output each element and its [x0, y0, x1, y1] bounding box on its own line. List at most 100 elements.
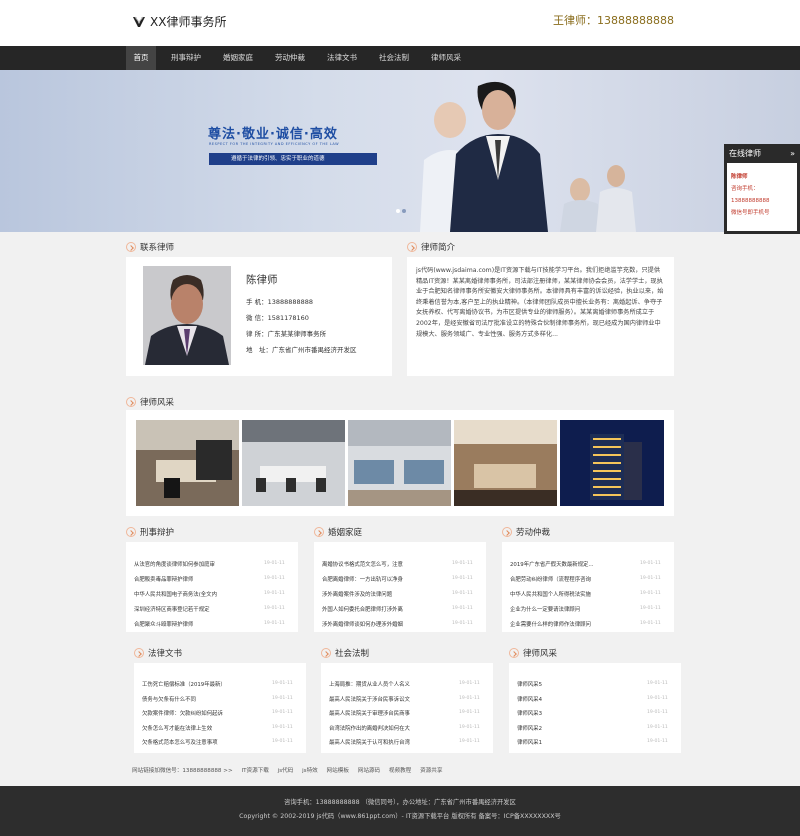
list-item-date: 19-01-11	[264, 591, 285, 596]
gallery-photo-reception[interactable]	[454, 420, 557, 506]
nav-labor-arbitration[interactable]: 劳动仲裁	[270, 46, 310, 70]
list-item[interactable]: 欠条格式范本怎么写及注意事项	[142, 738, 252, 746]
banner-slogan-en: RESPECT FOR THE INTEGRITY AND EFFICIENCY…	[209, 142, 340, 146]
chevron-right-icon	[126, 527, 136, 537]
lawyer-phone: 手 机：13888888888	[246, 298, 314, 306]
list-item[interactable]: 合肥离婚律师：一方出轨可以净身	[322, 575, 432, 583]
chevron-right-icon	[126, 397, 136, 407]
collapse-arrow-icon[interactable]: »	[790, 147, 795, 161]
list-item-date: 19-01-11	[264, 606, 285, 611]
lawyer-photo[interactable]	[143, 266, 231, 365]
section-panel-marriage-family	[314, 542, 486, 632]
list-item-date: 19-01-11	[647, 724, 668, 730]
list-item-date: 19-01-11	[264, 621, 285, 626]
list-item-date: 19-01-11	[272, 681, 293, 686]
list-item[interactable]: 债务与欠条有什么不同	[142, 695, 252, 703]
list-item[interactable]: 律师风采1	[517, 738, 627, 746]
list-item-date: 19-01-11	[647, 710, 668, 715]
chevron-right-icon	[321, 648, 331, 658]
list-item[interactable]: 律师风采2	[517, 724, 627, 732]
section-title-text: 法律文书	[148, 649, 183, 659]
list-item[interactable]: 涉外离婚案件涉及的法律问题	[322, 590, 432, 598]
scales-icon	[132, 15, 146, 29]
list-item-date: 19-01-11	[640, 621, 661, 626]
list-item-date: 19-01-11	[459, 695, 480, 701]
banner-lawyer-image	[450, 81, 548, 232]
section-panel-criminal-defense	[126, 542, 298, 632]
section-title-marriage-family: 婚姻家庭	[314, 526, 362, 538]
nav-marriage-family[interactable]: 婚姻家庭	[218, 46, 258, 70]
online-lawyer-box: 在线律师 » 陈律师 咨询手机： 13888888888 微信号即手机号	[724, 144, 800, 234]
chevron-right-icon	[407, 242, 417, 252]
list-item[interactable]: 律师风采5	[517, 680, 627, 688]
link-web-templates[interactable]: 网站模板	[327, 768, 349, 774]
list-item[interactable]: 中华人民共和国个人所得税法实施	[510, 590, 620, 598]
list-item[interactable]: 律师风采3	[517, 709, 627, 717]
nav-criminal-defense[interactable]: 刑事辩护	[166, 46, 206, 70]
list-item[interactable]: 最高人民法院关于认可和执行台湾	[329, 738, 439, 746]
footer-contact: 咨询手机：13888888888 （微信同号），办公地址：广东省广州市番禺经济开…	[284, 799, 516, 806]
list-item-date: 19-01-11	[459, 710, 480, 715]
list-item[interactable]: 离婚协议书格式范文怎么写，注意	[322, 560, 432, 568]
slider-dots[interactable]	[396, 209, 408, 213]
list-item-date: 19-01-11	[272, 724, 293, 730]
gallery-photo-office[interactable]	[136, 420, 239, 506]
list-item[interactable]: 上海局推：期货从业人员个人名义	[329, 680, 439, 688]
chevron-right-icon	[126, 242, 136, 252]
site-logo[interactable]: XX律师事务所	[132, 13, 226, 30]
nav-lawyer-showcase[interactable]: 律师风采	[426, 46, 466, 70]
online-lawyer-name: 陈律师	[731, 174, 748, 180]
list-item-date: 19-01-11	[272, 710, 293, 715]
list-item[interactable]: 欠条怎么写才能在法律上生效	[142, 724, 252, 732]
section-title-contact: 联系律师	[126, 241, 174, 253]
section-title-text: 律师风采	[140, 398, 175, 408]
link-js-effects[interactable]: js特效	[302, 768, 318, 774]
link-web-source[interactable]: 网站源码	[358, 768, 380, 774]
footer-copyright: Copyright © 2002-2019 js代码（www.861ppt.co…	[239, 813, 561, 820]
gallery-photo-meeting-room[interactable]	[242, 420, 345, 506]
site-header: XX律师事务所 王律师：13888888888	[0, 0, 800, 46]
list-item[interactable]: 合肥販卖毒品罪辩护律师	[134, 575, 244, 583]
list-item[interactable]: 中华人民共和国电子商务法(全文内	[134, 590, 244, 598]
list-item[interactable]: 深圳经济特区商事登记若干规定	[134, 605, 244, 613]
list-item[interactable]: 外国人如何委托合肥律师打涉外离	[322, 605, 432, 613]
list-item-date: 19-01-11	[459, 681, 480, 686]
gallery-photo-building[interactable]	[560, 420, 664, 506]
lawyer-firm: 律 所：广东某某律师事务所	[246, 330, 327, 338]
list-item[interactable]: 欠款案件律师：欠款纠纷如何起诉	[142, 709, 252, 717]
list-item[interactable]: 涉外离婚律师谈如何办理涉外婚姻	[322, 620, 432, 628]
list-item[interactable]: 律师风采4	[517, 695, 627, 703]
list-item[interactable]: 合肥劳动纠纷律师（流程程序咨询	[510, 575, 620, 583]
list-item[interactable]: 台湾法院作出的离婚判决如何在大	[329, 724, 439, 732]
list-item[interactable]: 企业为什么一定要请法律顾问	[510, 605, 620, 613]
list-item-date: 19-01-11	[640, 591, 661, 596]
list-item-date: 19-01-11	[640, 561, 661, 566]
list-item[interactable]: 最高人民法院关于审理涉台民商事	[329, 709, 439, 717]
list-item[interactable]: 工伤死亡赔偿标准（2019年最新）	[142, 680, 252, 688]
nav-legal-documents[interactable]: 法律文书	[322, 46, 362, 70]
main-nav: 首页 刑事辩护 婚姻家庭 劳动仲裁 法律文书 社会法制 律师风采	[0, 46, 800, 70]
list-item-date: 19-01-11	[452, 561, 473, 566]
online-lawyer-header[interactable]: 在线律师 »	[727, 147, 797, 163]
link-js-code[interactable]: js代码	[278, 768, 294, 774]
section-title-gallery: 律师风采	[126, 396, 174, 408]
link-video-tutorials[interactable]: 视频教程	[389, 768, 411, 774]
hero-banner[interactable]: 尊法·敬业·诚信·高效 RESPECT FOR THE INTEGRITY AN…	[0, 70, 800, 232]
link-resource-share[interactable]: 资源共享	[420, 768, 442, 774]
list-item-date: 19-01-11	[459, 739, 480, 744]
online-lawyer-phone[interactable]: 13888888888	[727, 195, 797, 207]
list-item[interactable]: 2019年广东省产假天数最新规定...	[510, 560, 620, 568]
list-item-date: 19-01-11	[264, 561, 285, 566]
list-item[interactable]: 从法官的角度谈律师如何参加庭审	[134, 560, 244, 568]
logo-text: XX律师事务所	[150, 15, 227, 29]
hotline: 王律师：13888888888	[553, 14, 674, 27]
link-it-download[interactable]: IT资源下载	[241, 768, 268, 774]
list-item[interactable]: 最高人民法院关于涉台民事诉讼文	[329, 695, 439, 703]
list-item[interactable]: 合肥聚众斗殴罪辩护律师	[134, 620, 244, 628]
list-item[interactable]: 企业需要什么样的律师作法律顾问	[510, 620, 620, 628]
nav-home[interactable]: 首页	[126, 46, 156, 70]
list-item-date: 19-01-11	[452, 576, 473, 581]
gallery-photo-workspace[interactable]	[348, 420, 451, 506]
nav-social-law[interactable]: 社会法制	[374, 46, 414, 70]
banner-slogan-sub: 遵循于法律的引领、忠实于职业的道德	[209, 153, 377, 165]
